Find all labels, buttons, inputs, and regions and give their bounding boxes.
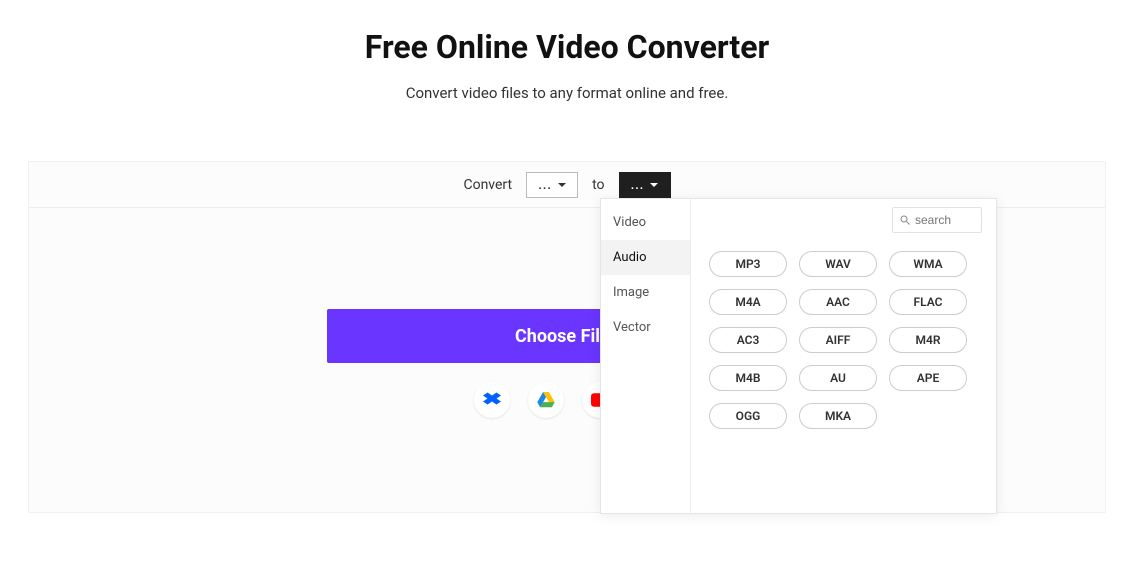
converter-card: Convert ... to ... Choose Files Video Au…	[28, 161, 1106, 513]
format-search-input[interactable]	[915, 213, 975, 227]
format-aiff[interactable]: AIFF	[799, 327, 877, 353]
to-label: to	[592, 177, 604, 193]
chevron-down-icon	[558, 183, 566, 187]
search-icon	[899, 214, 911, 226]
category-vector[interactable]: Vector	[601, 310, 690, 345]
format-panel: MP3 WAV WMA M4A AAC FLAC AC3 AIFF M4R M4B AU APE OGG…	[691, 199, 996, 513]
format-search[interactable]	[892, 207, 982, 233]
from-format-selector[interactable]: ...	[526, 172, 578, 198]
to-format-value: ...	[631, 178, 644, 192]
format-grid: MP3 WAV WMA M4A AAC FLAC AC3 AIFF M4R M4B AU APE OGG…	[709, 251, 982, 429]
dropbox-icon[interactable]	[474, 382, 510, 418]
format-dropdown: Video Audio Image Vector MP3 WAV WMA M4A AAC…	[600, 198, 997, 514]
category-image[interactable]: Image	[601, 275, 690, 310]
format-m4b[interactable]: M4B	[709, 365, 787, 391]
category-video[interactable]: Video	[601, 205, 690, 240]
format-wav[interactable]: WAV	[799, 251, 877, 277]
source-icons	[474, 382, 618, 418]
format-wma[interactable]: WMA	[889, 251, 967, 277]
google-drive-icon[interactable]	[528, 382, 564, 418]
format-mp3[interactable]: MP3	[709, 251, 787, 277]
convert-label: Convert	[463, 177, 512, 193]
format-ape[interactable]: APE	[889, 365, 967, 391]
format-mka[interactable]: MKA	[799, 403, 877, 429]
from-format-value: ...	[538, 178, 551, 192]
format-ac3[interactable]: AC3	[709, 327, 787, 353]
format-ogg[interactable]: OGG	[709, 403, 787, 429]
format-aac[interactable]: AAC	[799, 289, 877, 315]
category-audio[interactable]: Audio	[601, 240, 690, 275]
format-m4r[interactable]: M4R	[889, 327, 967, 353]
page-subtitle: Convert video files to any format online…	[0, 84, 1134, 102]
to-format-selector[interactable]: ...	[619, 172, 671, 198]
chevron-down-icon	[650, 183, 658, 187]
category-list: Video Audio Image Vector	[601, 199, 691, 513]
format-flac[interactable]: FLAC	[889, 289, 967, 315]
format-m4a[interactable]: M4A	[709, 289, 787, 315]
format-au[interactable]: AU	[799, 365, 877, 391]
page-title: Free Online Video Converter	[0, 28, 1134, 66]
